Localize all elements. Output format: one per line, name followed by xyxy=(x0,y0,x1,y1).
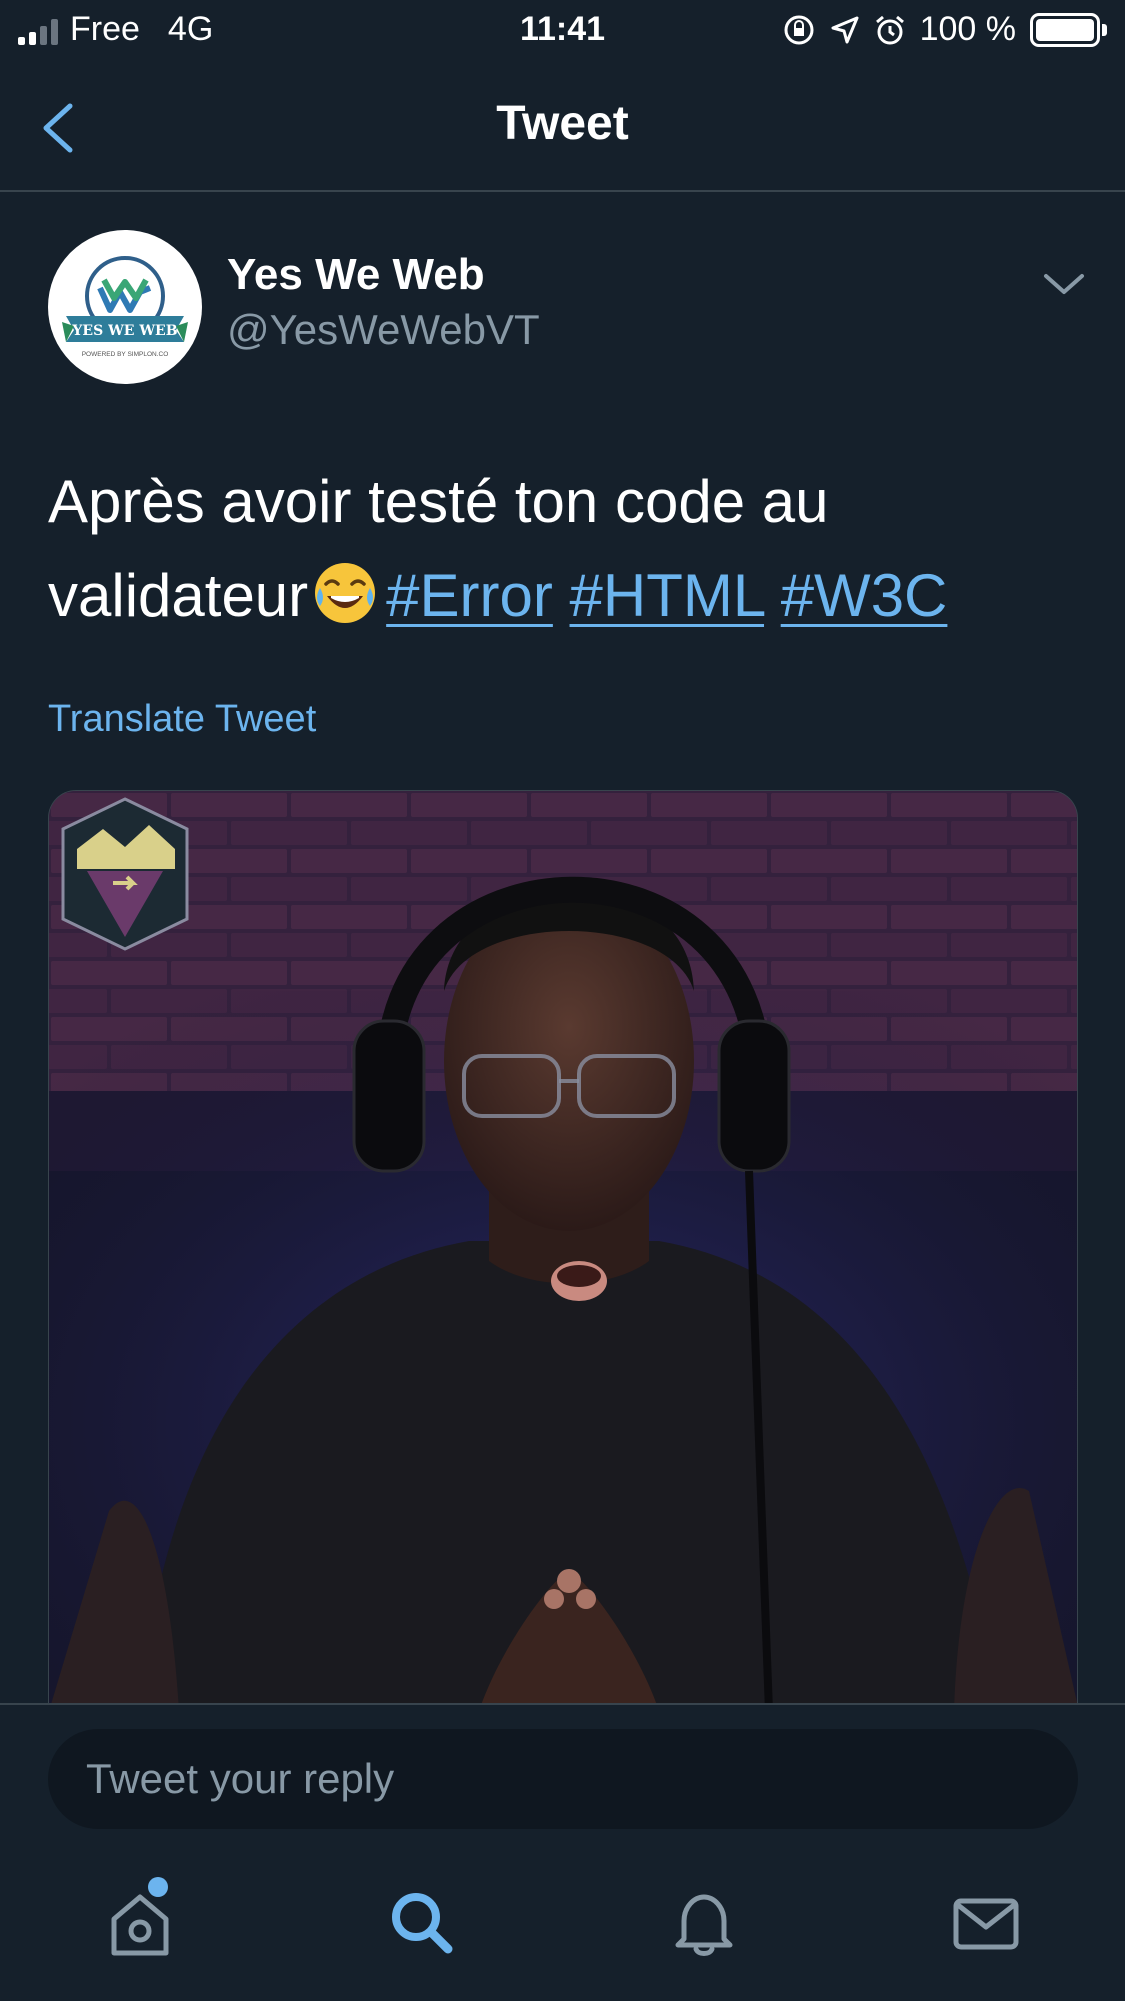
author-handle[interactable]: @YesWeWebVT xyxy=(227,306,540,354)
status-bar: Free 4G 11:41 100 % xyxy=(0,0,1125,62)
more-options-button[interactable] xyxy=(1040,264,1088,304)
status-right: 100 % xyxy=(782,10,1107,49)
location-arrow-icon xyxy=(831,16,859,43)
tab-bar xyxy=(0,1843,1125,2001)
hashtag-w3c[interactable]: #W3C xyxy=(781,562,948,629)
chevron-left-icon xyxy=(43,103,73,153)
tweet-text-line-1: Après avoir testé ton code au xyxy=(48,468,829,535)
alarm-icon xyxy=(875,15,904,44)
tab-home[interactable] xyxy=(100,1877,180,1963)
channel-logo-icon xyxy=(61,797,189,951)
author-name[interactable]: Yes We Web xyxy=(227,250,485,300)
search-icon xyxy=(392,1893,453,1954)
yes-we-web-logo: YES WE WEB POWERED BY SIMPLON.CO xyxy=(62,256,188,358)
hashtag-error[interactable]: #Error xyxy=(386,562,553,629)
home-icon xyxy=(111,1894,169,1956)
tweet-text-line-2: validateur #Error #HTML #W3C xyxy=(48,549,1088,653)
envelope-icon xyxy=(953,1898,1019,1950)
bell-icon xyxy=(675,1894,733,1956)
tab-messages[interactable] xyxy=(946,1883,1026,1963)
home-notification-dot xyxy=(148,1877,168,1897)
tab-notifications[interactable] xyxy=(664,1883,744,1963)
battery-percent: 100 % xyxy=(919,10,1016,48)
nav-header: Tweet xyxy=(0,62,1125,192)
media-scene xyxy=(49,791,1077,1710)
tweet-text: Après avoir testé ton code au validateur… xyxy=(48,455,1088,653)
translate-tweet-link[interactable]: Translate Tweet xyxy=(48,698,316,741)
tweet-text-word: validateur xyxy=(48,562,309,629)
chevron-down-icon xyxy=(1044,274,1084,294)
hashtag-html[interactable]: #HTML xyxy=(570,562,764,629)
page-title: Tweet xyxy=(496,97,629,150)
reply-input[interactable] xyxy=(48,1729,1078,1829)
reply-bar xyxy=(0,1703,1125,1843)
avatar[interactable]: YES WE WEB POWERED BY SIMPLON.CO xyxy=(48,230,202,384)
laughing-emoji-icon xyxy=(312,559,378,653)
tab-search[interactable] xyxy=(382,1883,462,1963)
tweet-media-gif[interactable] xyxy=(48,790,1078,1710)
rotation-lock-icon xyxy=(784,15,814,44)
battery-icon xyxy=(1030,12,1107,47)
back-button[interactable] xyxy=(36,98,86,158)
avatar-subtext: POWERED BY SIMPLON.CO xyxy=(82,351,169,358)
avatar-banner-text: YES WE WEB xyxy=(71,323,177,339)
